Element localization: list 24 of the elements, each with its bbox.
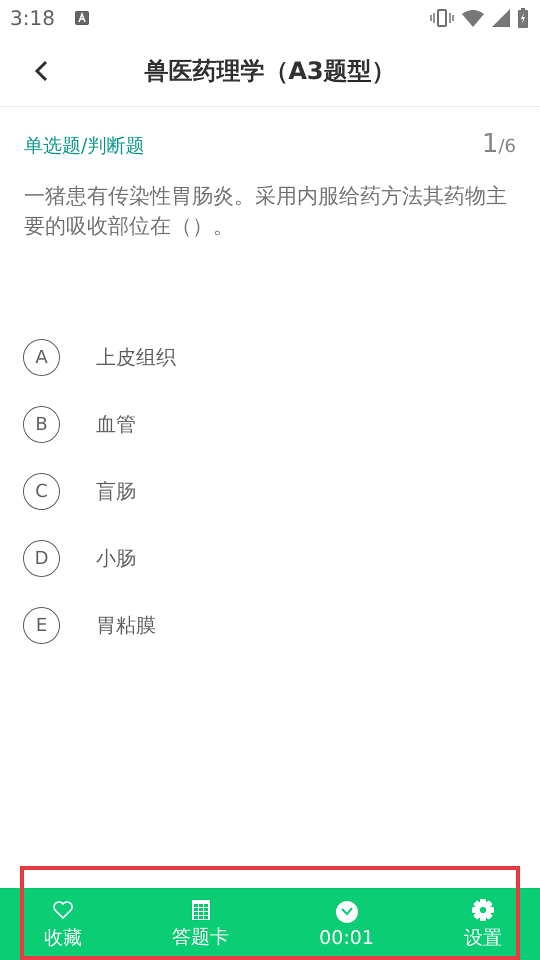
question-type: 单选题/判断题 [24, 134, 144, 159]
option-text[interactable]: 胃粘膜 [96, 612, 156, 639]
option-text[interactable]: 小肠 [96, 545, 136, 572]
settings-icon [471, 898, 495, 922]
notification-icon [74, 11, 89, 25]
option-letter[interactable]: D [23, 540, 60, 577]
current-number: 1 [482, 129, 498, 159]
grid-icon [190, 898, 211, 920]
option-text[interactable]: 盲肠 [96, 478, 136, 505]
question-text: 一猪患有传染性胃肠炎。采用内服给药方法其药物主要的吸收部位在（）。 [24, 183, 508, 240]
clock-icon [334, 900, 359, 924]
total-count: /6 [498, 136, 516, 157]
page-title: 兽医药理学（A3题型） [144, 56, 396, 87]
status-time: 3:18 [10, 6, 55, 30]
signal-icon [492, 9, 510, 27]
wifi-icon [462, 9, 484, 27]
option-letter[interactable]: A [23, 339, 60, 376]
option-letter[interactable]: B [23, 406, 60, 443]
option-text[interactable]: 血管 [96, 411, 136, 438]
battery-icon [518, 8, 528, 28]
option-letter[interactable]: E [23, 607, 60, 644]
option-letter[interactable]: C [23, 473, 60, 510]
vibrate-icon [430, 9, 454, 27]
option-text[interactable]: 上皮组织 [96, 344, 176, 371]
